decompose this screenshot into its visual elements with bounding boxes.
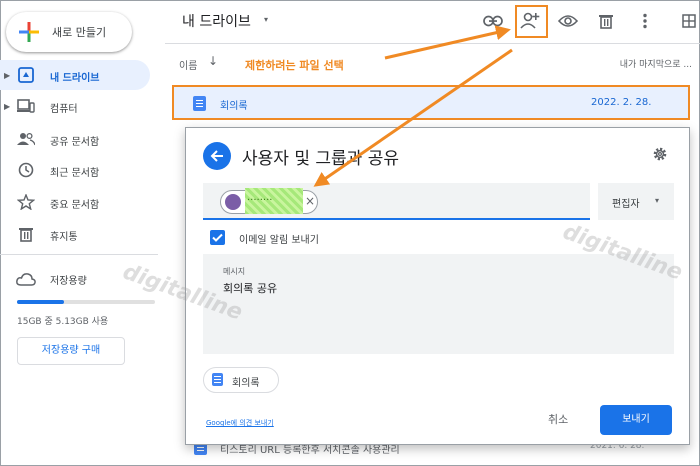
google-docs-icon — [193, 96, 206, 111]
close-icon[interactable]: × — [305, 194, 315, 208]
more-actions-button[interactable] — [634, 10, 656, 32]
notify-label[interactable]: 이메일 알림 보내기 — [239, 231, 319, 246]
new-button-label: 새로 만들기 — [52, 26, 107, 39]
dialog-title: 사용자 및 그룹과 공유 — [242, 149, 399, 169]
sidebar-item-label: 중요 문서함 — [50, 200, 100, 211]
recipient-name: ········ — [247, 195, 273, 206]
column-header: 이름 ↓ 제한하려는 파일 선택 내가 마지막으로 ... — [165, 44, 700, 84]
google-docs-icon — [212, 373, 223, 386]
shared-icon — [17, 132, 35, 146]
send-feedback-link[interactable]: Google에 의견 보내기 — [206, 418, 274, 428]
message-textarea[interactable]: 메시지 회의록 공유 — [203, 254, 674, 354]
sidebar-item-label: 공유 문서함 — [50, 137, 100, 148]
sidebar-item-label: 내 드라이브 — [50, 73, 100, 84]
trash-icon — [599, 15, 613, 29]
gear-icon[interactable] — [652, 146, 668, 162]
recipient-chip[interactable]: ········ × — [220, 188, 318, 214]
link-icon — [483, 15, 503, 27]
modified-column-header[interactable]: 내가 마지막으로 ... — [620, 57, 692, 70]
sidebar-divider — [0, 254, 158, 255]
share-dialog: 사용자 및 그룹과 공유 ········ × 편집자 ▾ 이메일 알림 보내기… — [185, 127, 690, 445]
computer-icon — [17, 99, 35, 113]
table-row-selected[interactable]: 회의록 2022. 2. 28. — [172, 85, 690, 120]
cloud-icon — [16, 273, 36, 286]
page-title[interactable]: 내 드라이브 — [182, 11, 251, 31]
eye-icon — [558, 15, 578, 27]
plus-icon — [19, 22, 39, 42]
sidebar-item-computers[interactable]: ▶ 컴퓨터 — [0, 91, 150, 121]
sidebar: 새로 만들기 ▶ 내 드라이브 ▶ 컴퓨터 공유 문서함 최근 문서함 중요 문… — [0, 0, 165, 466]
my-drive-icon — [18, 67, 34, 83]
sidebar-item-shared[interactable]: 공유 문서함 — [0, 124, 150, 154]
attached-file-name: 회의록 — [232, 378, 260, 389]
sidebar-item-label: 최근 문서함 — [50, 168, 100, 179]
file-name: 회의록 — [220, 101, 248, 112]
send-button[interactable]: 보내기 — [600, 405, 672, 435]
sidebar-item-recent[interactable]: 최근 문서함 — [0, 155, 150, 185]
avatar — [225, 194, 241, 210]
cancel-button[interactable]: 취소 — [548, 411, 568, 427]
delete-button[interactable] — [595, 10, 617, 32]
annotation-label: 제한하려는 파일 선택 — [245, 59, 344, 72]
storage-usage-fill — [17, 300, 65, 304]
title-dropdown-icon[interactable]: ▾ — [264, 15, 268, 24]
sidebar-item-starred[interactable]: 중요 문서함 — [0, 187, 150, 217]
sidebar-item-trash[interactable]: 휴지통 — [0, 219, 150, 249]
expand-caret-icon[interactable]: ▶ — [4, 71, 10, 80]
back-button[interactable] — [203, 142, 231, 170]
message-label: 메시지 — [223, 267, 246, 276]
more-vert-icon — [643, 13, 647, 29]
sidebar-item-my-drive[interactable]: ▶ 내 드라이브 — [0, 60, 150, 90]
storage-label: 저장용량 — [50, 276, 87, 287]
role-select-value: 편집자 — [612, 199, 640, 210]
grid-view-button[interactable] — [678, 10, 700, 32]
name-column-header[interactable]: 이름 — [179, 57, 197, 72]
buy-storage-button[interactable]: 저장용량 구매 — [17, 337, 125, 365]
preview-button[interactable] — [557, 10, 579, 32]
sidebar-item-label: 컴퓨터 — [50, 104, 78, 115]
get-link-button[interactable] — [482, 10, 504, 32]
grid-icon — [682, 14, 696, 28]
message-text: 회의록 공유 — [223, 282, 278, 295]
arrow-back-icon — [210, 150, 223, 162]
clock-icon — [18, 162, 34, 178]
attached-file-chip[interactable]: 회의록 — [203, 367, 279, 393]
share-button-highlight — [515, 5, 548, 38]
storage-usage-bar — [17, 300, 155, 304]
new-button[interactable]: 새로 만들기 — [6, 12, 132, 52]
notify-checkbox[interactable] — [210, 230, 225, 245]
star-icon — [17, 194, 35, 210]
trash-icon — [19, 228, 33, 242]
chevron-down-icon: ▾ — [655, 196, 660, 205]
storage-used-text: 15GB 중 5.13GB 사용 — [17, 317, 109, 327]
title-bar: 내 드라이브 ▾ — [165, 0, 700, 44]
sidebar-item-label: 휴지통 — [50, 232, 78, 243]
recipient-input[interactable]: ········ × — [203, 183, 590, 220]
file-modified-date: 2022. 2. 28. — [591, 97, 652, 108]
role-select[interactable]: 편집자 ▾ — [598, 183, 674, 220]
expand-caret-icon[interactable]: ▶ — [4, 102, 10, 111]
check-icon — [212, 233, 223, 242]
sort-arrow-icon[interactable]: ↓ — [208, 54, 218, 68]
